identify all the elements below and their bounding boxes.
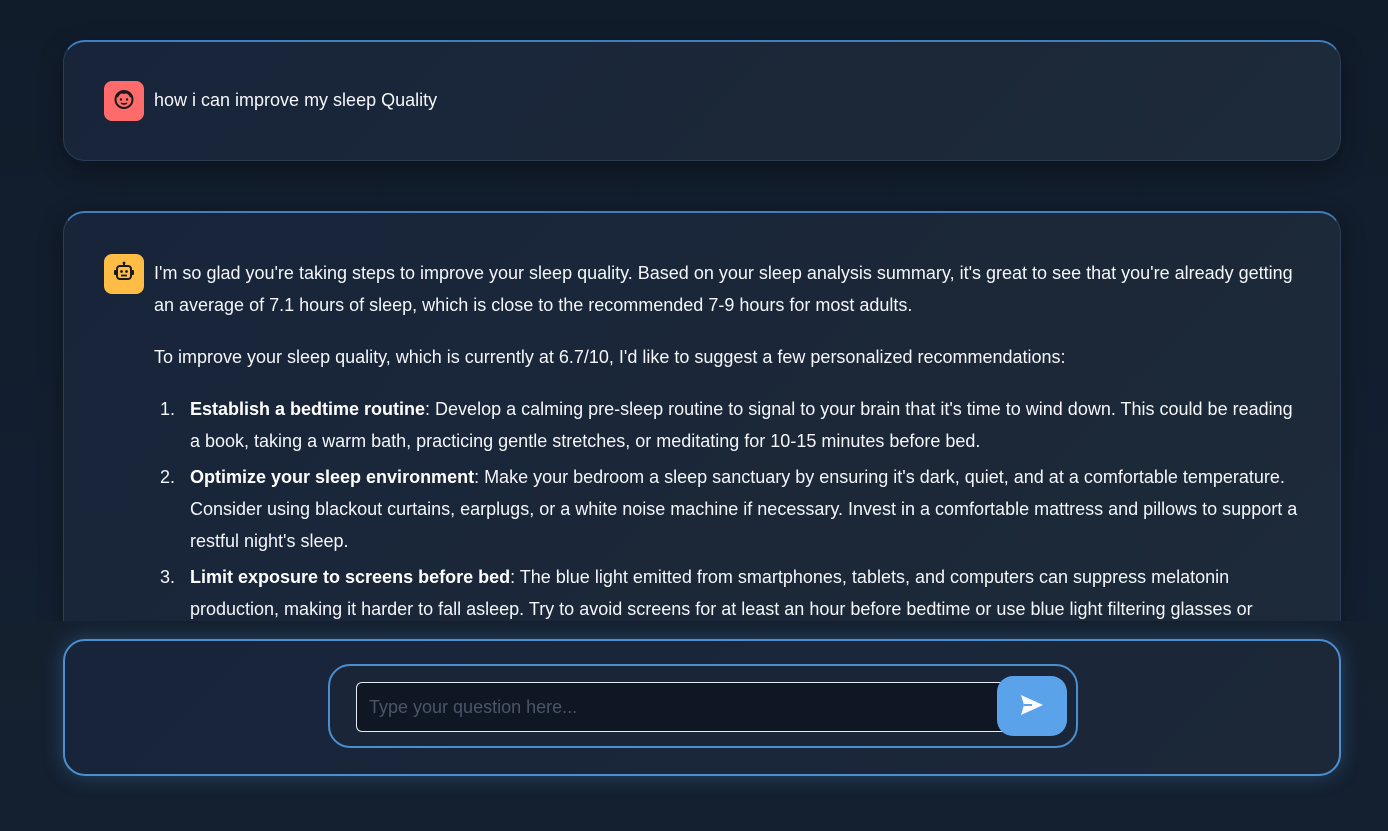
list-item-number: 2. <box>160 467 176 487</box>
list-item: 2. Optimize your sleep environment: Make … <box>154 461 1304 557</box>
list-item: 3. Limit exposure to screens before bed: … <box>154 561 1304 625</box>
list-item-title: Limit exposure to screens before bed <box>190 567 511 587</box>
composer-panel <box>63 639 1341 776</box>
user-message-card: how i can improve my sleep Quality <box>63 40 1341 161</box>
list-item-title: Optimize your sleep environment <box>190 467 475 487</box>
list-item: 1. Establish a bedtime routine: Develop a… <box>154 393 1304 457</box>
assistant-message-card: I'm so glad you're taking steps to impro… <box>63 211 1341 671</box>
question-input[interactable] <box>356 682 1008 732</box>
chat-page: how i can improve my sleep Quality I'm s… <box>0 0 1388 831</box>
assistant-paragraph-1: I'm so glad you're taking steps to impro… <box>154 263 1293 315</box>
send-button[interactable] <box>997 676 1067 736</box>
user-avatar <box>104 81 144 121</box>
user-message-text: how i can improve my sleep Quality <box>154 90 438 110</box>
assistant-avatar <box>104 254 144 294</box>
list-item-number: 3. <box>160 567 176 587</box>
user-face-icon <box>112 87 136 116</box>
list-item-title: Establish a bedtime routine <box>190 399 426 419</box>
robot-icon <box>112 260 136 289</box>
recommendation-list: 1. Establish a bedtime routine: Develop a… <box>154 393 1304 625</box>
composer-pill <box>328 664 1078 748</box>
send-icon <box>1020 694 1044 719</box>
assistant-message-content: I'm so glad you're taking steps to impro… <box>154 257 1304 629</box>
assistant-paragraph-2: To improve your sleep quality, which is … <box>154 347 1066 367</box>
list-item-number: 1. <box>160 399 176 419</box>
